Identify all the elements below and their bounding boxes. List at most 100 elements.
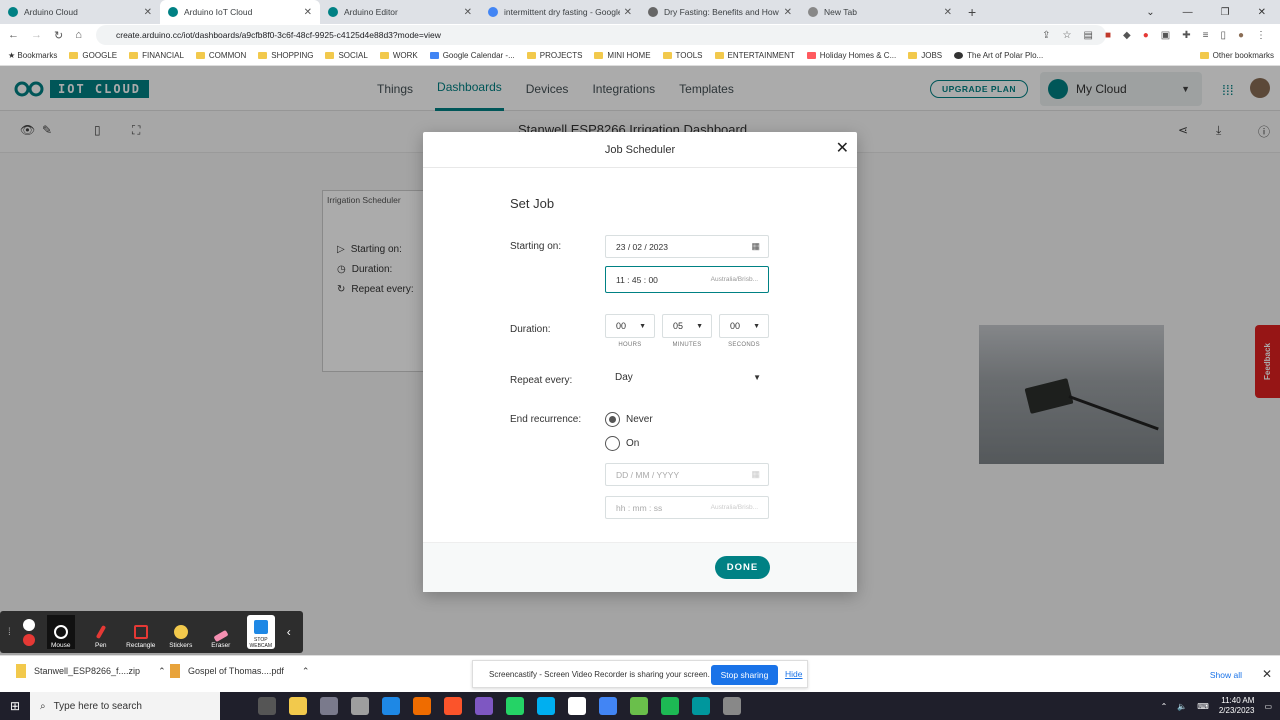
calendar-icon[interactable]: ▦ <box>751 241 760 252</box>
extension-icon[interactable]: ◆ <box>1123 30 1131 41</box>
bookmark-item[interactable]: ★ Bookmarks <box>8 51 57 60</box>
repeat-select[interactable]: Day ▼ <box>605 367 765 387</box>
tray-chevron-icon[interactable]: ⌃ <box>1161 702 1168 711</box>
drag-handle-icon[interactable]: ⁞ <box>8 627 11 638</box>
menu-dots-icon[interactable]: ⋮ <box>1256 30 1266 41</box>
media-icon[interactable]: ≡ <box>1203 30 1209 41</box>
browser-tab[interactable]: Dry Fasting: Benefits and How To ✕ <box>640 0 800 24</box>
taskbar-search[interactable]: ⌕ Type here to search <box>30 692 220 720</box>
file-explorer-icon[interactable] <box>289 697 307 715</box>
chevron-up-icon[interactable]: ⌃ <box>302 666 310 677</box>
bookmark-folder[interactable]: SOCIAL <box>325 51 368 60</box>
taskbar-clock[interactable]: 11:40 AM 2/23/2023 <box>1219 696 1255 716</box>
home-icon[interactable]: ⌂ <box>75 29 82 41</box>
bookmark-folder[interactable]: JOBS <box>908 51 942 60</box>
extension-icon[interactable]: ▣ <box>1161 30 1170 41</box>
app-icon[interactable] <box>351 697 369 715</box>
browser-tab[interactable]: Arduino Cloud ✕ <box>0 0 160 24</box>
maximize-icon[interactable]: ❐ <box>1221 7 1230 18</box>
stickers-tool[interactable]: Stickers <box>167 615 195 649</box>
close-tab-icon[interactable]: ✕ <box>784 7 792 18</box>
show-all-button[interactable]: Show all <box>1210 670 1242 680</box>
end-date-input[interactable]: DD / MM / YYYY ▦ <box>605 463 769 486</box>
browser-tab[interactable]: New Tab ✕ <box>800 0 960 24</box>
eraser-tool[interactable]: Eraser <box>207 615 235 649</box>
window-close-icon[interactable]: ✕ <box>1258 7 1266 18</box>
share-page-icon[interactable]: ⇪ <box>1042 30 1050 41</box>
other-bookmarks[interactable]: Other bookmarks <box>1199 51 1274 60</box>
bookmark-folder[interactable]: FINANCIAL <box>129 51 184 60</box>
app-icon[interactable] <box>723 697 741 715</box>
browser-tab[interactable]: intermittent dry fasting - Google ✕ <box>480 0 640 24</box>
side-panel-icon[interactable]: ▯ <box>1220 30 1226 41</box>
download-item[interactable]: Stanwell_ESP8266_f....zip ⌃ <box>16 664 166 678</box>
bookmark-folder[interactable]: PROJECTS <box>526 51 582 60</box>
collapse-chevron-icon[interactable]: ‹ <box>287 625 291 639</box>
bookmark-item[interactable]: The Art of Polar Plo... <box>954 51 1043 60</box>
brave-icon[interactable] <box>444 697 462 715</box>
close-icon[interactable]: ✕ <box>836 141 849 157</box>
back-icon[interactable]: ← <box>8 29 19 41</box>
whatsapp-icon[interactable] <box>506 697 524 715</box>
record-extension-icon[interactable]: ● <box>1143 30 1149 41</box>
new-tab-icon[interactable]: + <box>968 4 976 20</box>
stop-webcam-button[interactable]: STOP WEBCAM <box>246 615 275 649</box>
close-tab-icon[interactable]: ✕ <box>144 7 152 18</box>
on-radio[interactable] <box>605 436 620 451</box>
hours-select[interactable]: 00 ▼ <box>605 314 655 338</box>
bookmark-folder[interactable]: TOOLS <box>662 51 703 60</box>
messenger-icon[interactable] <box>475 697 493 715</box>
app-icon[interactable] <box>630 697 648 715</box>
bookmark-folder[interactable]: GOOGLE <box>69 51 117 60</box>
start-time-input[interactable]: 11 : 45 : 00 Australia/Brisb... <box>605 266 769 293</box>
browser-tab[interactable]: Arduino Editor ✕ <box>320 0 480 24</box>
bookmark-item[interactable]: Google Calendar -... <box>429 51 515 60</box>
done-button[interactable]: DONE <box>715 556 770 579</box>
stop-record-icon[interactable] <box>22 633 35 646</box>
skype-icon[interactable] <box>537 697 555 715</box>
bookmark-folder[interactable]: SHOPPING <box>258 51 313 60</box>
bookmark-folder[interactable]: WORK <box>379 51 418 60</box>
app-icon[interactable] <box>413 697 431 715</box>
app-icon[interactable] <box>382 697 400 715</box>
mouse-tool[interactable]: Mouse <box>46 615 75 649</box>
profile-avatar-icon[interactable]: ● <box>1238 30 1244 41</box>
minimize-icon[interactable]: — <box>1183 7 1193 18</box>
bookmark-folder[interactable]: ENTERTAINMENT <box>714 51 795 60</box>
tab-search-icon[interactable]: ⌄ <box>1146 7 1154 18</box>
close-tab-icon[interactable]: ✕ <box>304 7 312 18</box>
chrome-icon[interactable] <box>599 697 617 715</box>
never-radio[interactable] <box>605 412 620 427</box>
close-tab-icon[interactable]: ✕ <box>624 7 632 18</box>
close-icon[interactable]: ✕ <box>1262 667 1272 681</box>
end-time-input[interactable]: hh : mm : ss Australia/Brisb... <box>605 496 769 519</box>
volume-icon[interactable]: 🔈 <box>1177 702 1187 711</box>
bookmark-item[interactable]: Holiday Homes & C... <box>806 51 896 60</box>
puzzle-icon[interactable]: ✚ <box>1182 30 1190 41</box>
rectangle-tool[interactable]: Rectangle <box>126 615 155 649</box>
chevron-up-icon[interactable]: ⌃ <box>158 666 166 677</box>
download-item[interactable]: Gospel of Thomas....pdf ⌃ <box>170 664 309 678</box>
forward-icon[interactable]: → <box>31 29 42 41</box>
pause-icon[interactable] <box>22 618 35 631</box>
camera-icon[interactable] <box>320 697 338 715</box>
app-icon[interactable] <box>568 697 586 715</box>
browser-tab-active[interactable]: Arduino IoT Cloud ✕ <box>160 0 320 24</box>
spotify-icon[interactable] <box>661 697 679 715</box>
bookmark-star-icon[interactable]: ☆ <box>1063 30 1072 41</box>
language-icon[interactable]: ⌨ <box>1197 702 1209 711</box>
start-date-input[interactable]: 23 / 02 / 2023 ▦ <box>605 235 769 258</box>
bookmark-folder[interactable]: COMMON <box>195 51 246 60</box>
reload-icon[interactable]: ↻ <box>54 29 63 42</box>
hide-link[interactable]: Hide <box>785 669 802 679</box>
minutes-select[interactable]: 05 ▼ <box>662 314 712 338</box>
url-input[interactable]: create.arduino.cc/iot/dashboards/a9cfb8f… <box>96 25 1106 45</box>
close-tab-icon[interactable]: ✕ <box>464 7 472 18</box>
pen-tool[interactable]: Pen <box>87 615 115 649</box>
bookmark-folder[interactable]: MINI HOME <box>594 51 651 60</box>
task-view-icon[interactable] <box>258 697 276 715</box>
stop-sharing-button[interactable]: Stop sharing <box>711 665 778 685</box>
reader-icon[interactable]: ▤ <box>1084 30 1093 41</box>
notification-icon[interactable]: ▭ <box>1264 702 1272 711</box>
seconds-select[interactable]: 00 ▼ <box>719 314 769 338</box>
